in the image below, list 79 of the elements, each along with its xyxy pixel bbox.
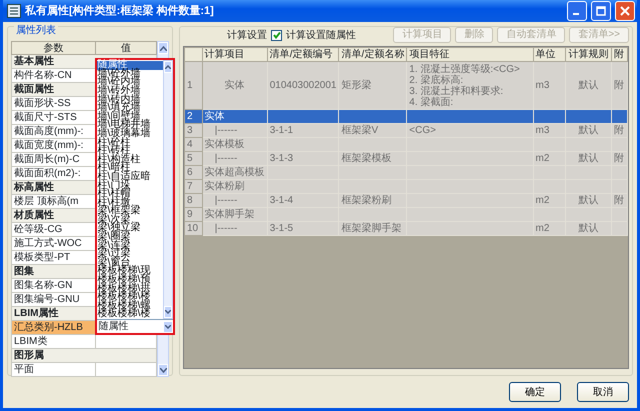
table-cell: 附	[614, 194, 624, 206]
table-cell: 1. 混凝土强度等级:<CG> 2. 梁底标高: 3. 混凝土拌和料要求: 4. 梁截面:	[409, 64, 520, 108]
row-number: 7	[184, 180, 202, 194]
table-cell: |------	[214, 152, 238, 164]
maximize-icon[interactable]	[596, 6, 606, 16]
table-cell: 附	[614, 152, 624, 164]
row-number: 10	[184, 222, 202, 236]
scrollbar[interactable]	[162, 60, 172, 319]
table-cell: 3-1-5	[270, 222, 294, 234]
column-header: 项目特征	[406, 48, 534, 62]
window-title: 私有属性[构件类型:框架梁 构件数量:1]	[25, 4, 215, 19]
table-cell: |------	[214, 222, 238, 234]
table-cell: 默认	[578, 222, 599, 234]
table-cell: <CG>	[409, 124, 436, 136]
table-cell: m2	[536, 152, 550, 164]
row-number: 5	[184, 152, 202, 166]
follow-checkbox[interactable]: 计算设置随属性	[271, 28, 356, 42]
table-cell: 默认	[578, 80, 599, 90]
checkbox-label: 计算设置随属性	[286, 28, 356, 42]
table-cell: 3-1-3	[270, 152, 294, 164]
dropdown-option[interactable]: 梁\连梁	[96, 242, 162, 250]
scroll-up-icon[interactable]	[164, 61, 172, 74]
table-cell: 3-1-1	[270, 124, 294, 136]
scroll-down-icon[interactable]	[164, 306, 172, 318]
panel-title: 属性列表	[14, 25, 58, 37]
minimize-button[interactable]	[567, 1, 587, 21]
dropdown-option[interactable]: 楼板楼梯\预	[96, 276, 162, 285]
table-cell: m2	[536, 222, 550, 234]
dropdown-option[interactable]: 楼板楼梯\楼	[96, 293, 162, 302]
dialog-button[interactable]: 取消	[577, 382, 629, 402]
table-cell: 附	[614, 124, 624, 136]
scroll-up-icon[interactable]	[158, 42, 168, 54]
dropdown-option[interactable]: 柱\自适应暗	[96, 172, 162, 182]
table-cell: |------	[214, 124, 238, 136]
column-header: 参数	[12, 42, 95, 54]
property-name[interactable]: 平面	[12, 362, 95, 376]
table-cell: m3	[536, 124, 550, 136]
dialog-button[interactable]: 确定	[509, 382, 561, 402]
column-header: 附	[612, 48, 628, 62]
table-cell: 默认	[578, 124, 599, 136]
dropdown-option[interactable]: 墙\电梯井墙	[96, 121, 162, 130]
scroll-down-icon[interactable]	[158, 364, 168, 376]
maximize-button[interactable]	[591, 1, 611, 21]
table-cell: 默认	[578, 152, 599, 164]
dropdown-option[interactable]: 柱\构造柱	[96, 156, 162, 164]
dropdown-option[interactable]: 柱\砼柱	[96, 138, 162, 148]
dropdown-option[interactable]: 墙\砼外墙	[96, 70, 162, 78]
dropdown-option[interactable]: 楼板楼梯\拱	[96, 284, 162, 294]
dropdown-option[interactable]: 墙\玻璃幕墙	[96, 130, 162, 139]
property-name[interactable]: 汇总类别-HZLB	[12, 320, 95, 334]
row-number: 4	[184, 138, 202, 152]
row-number: 2	[184, 110, 202, 124]
table-cell: 默认	[578, 194, 599, 206]
section-title: 计算设置	[227, 28, 267, 42]
app-icon	[7, 4, 21, 18]
column-header: 计算规则	[566, 48, 612, 62]
dropdown-option[interactable]: 梁\圈梁	[96, 233, 162, 242]
table-cell: 010403002001	[270, 80, 336, 90]
table-cell: 3-1-4	[270, 194, 294, 206]
column-header: 计算项目	[202, 48, 268, 62]
table-cell: 矩形梁	[341, 80, 372, 90]
group-header[interactable]: 图形属	[12, 348, 156, 362]
table-cell: 附	[614, 80, 624, 90]
close-button[interactable]	[615, 1, 635, 21]
dropdown-option[interactable]: 墙\填充墙	[96, 104, 162, 113]
row-number: 8	[184, 194, 202, 208]
column-header: 单位	[533, 48, 566, 62]
checkbox[interactable]	[271, 30, 282, 40]
column-header: 值	[95, 42, 156, 54]
row-number: 3	[184, 124, 202, 138]
dropdown-option[interactable]: 墙\砖内墙	[96, 96, 162, 104]
table-cell: 实体	[224, 80, 245, 90]
table-cell: m3	[536, 80, 550, 90]
row-number: 9	[184, 208, 202, 222]
table-cell: m2	[536, 194, 550, 206]
row-number: 1	[184, 62, 202, 110]
table-cell: |------	[214, 194, 238, 206]
close-icon[interactable]	[620, 6, 630, 16]
row-number: 6	[184, 166, 202, 180]
